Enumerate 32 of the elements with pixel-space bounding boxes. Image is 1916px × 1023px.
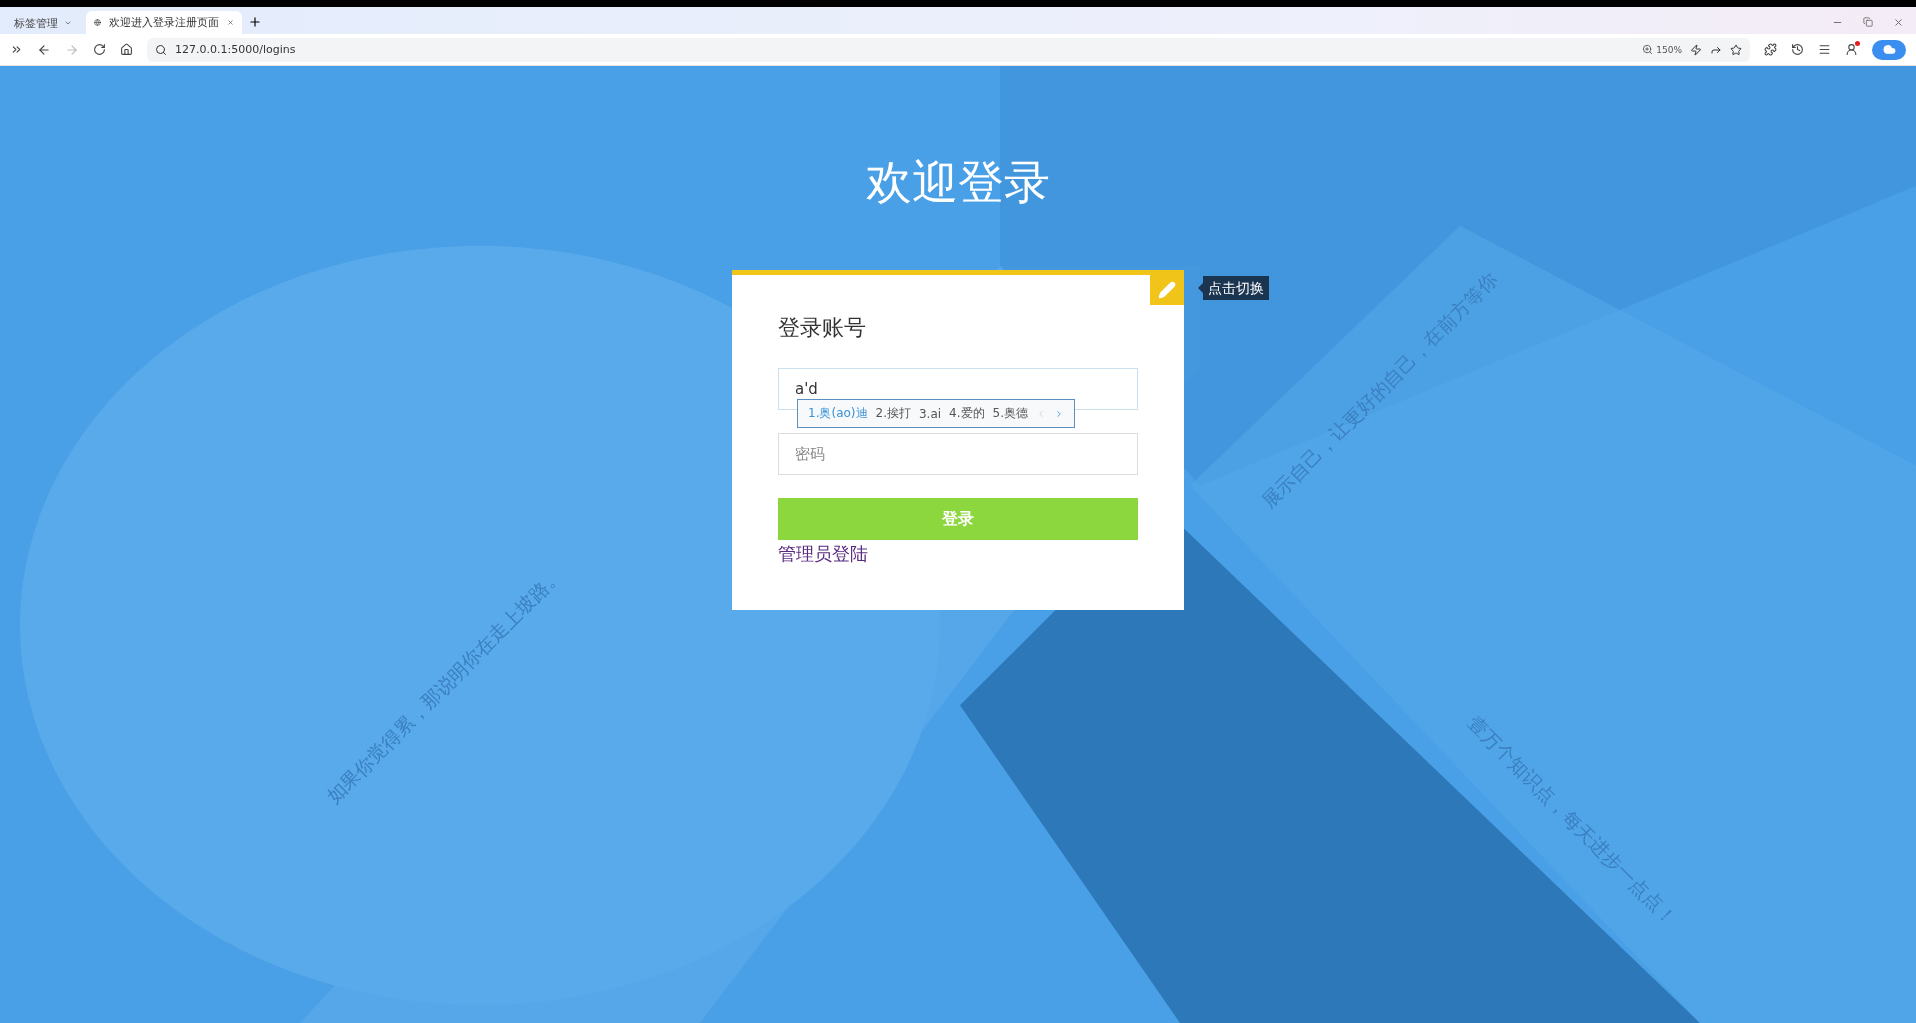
- history-icon[interactable]: [1791, 43, 1804, 56]
- tab-group[interactable]: 标签管理: [6, 12, 80, 34]
- cloud-icon: [1882, 43, 1896, 56]
- close-icon[interactable]: [1893, 17, 1904, 28]
- restore-icon[interactable]: [1863, 17, 1873, 27]
- reload-icon[interactable]: [93, 43, 106, 56]
- search-icon: [155, 43, 167, 56]
- pencil-icon: [1158, 280, 1176, 299]
- new-tab-icon[interactable]: [248, 15, 262, 29]
- password-field[interactable]: 密码: [778, 433, 1138, 475]
- page-heading: 欢迎登录: [866, 154, 1050, 211]
- cloud-button[interactable]: [1872, 39, 1906, 60]
- tab-title: 欢迎进入登录注册页面: [109, 15, 219, 30]
- caret-icon: [64, 19, 72, 27]
- chevrons-icon[interactable]: [10, 43, 23, 56]
- globe-icon: [94, 17, 101, 28]
- zoom-button[interactable]: 150%: [1642, 44, 1682, 55]
- browser-tab[interactable]: 欢迎进入登录注册页面: [86, 11, 242, 34]
- menu-icon[interactable]: [1818, 43, 1831, 56]
- card-title: 登录账号: [778, 314, 867, 342]
- address-bar[interactable]: 127.0.0.1:5000/logins 150%: [147, 37, 1750, 62]
- switch-tooltip: 点击切换: [1203, 276, 1269, 300]
- star-icon[interactable]: [1730, 43, 1742, 56]
- lightning-icon[interactable]: [1690, 43, 1702, 56]
- zoom-icon: [1642, 44, 1654, 55]
- extension-icon[interactable]: [1764, 43, 1777, 56]
- tooltip-arrow-icon: [1198, 283, 1203, 293]
- back-icon[interactable]: [37, 42, 51, 57]
- user-icon[interactable]: [1845, 43, 1858, 56]
- close-icon[interactable]: [227, 17, 234, 28]
- admin-login-link[interactable]: 管理员登陆: [778, 542, 868, 566]
- home-icon[interactable]: [120, 43, 133, 56]
